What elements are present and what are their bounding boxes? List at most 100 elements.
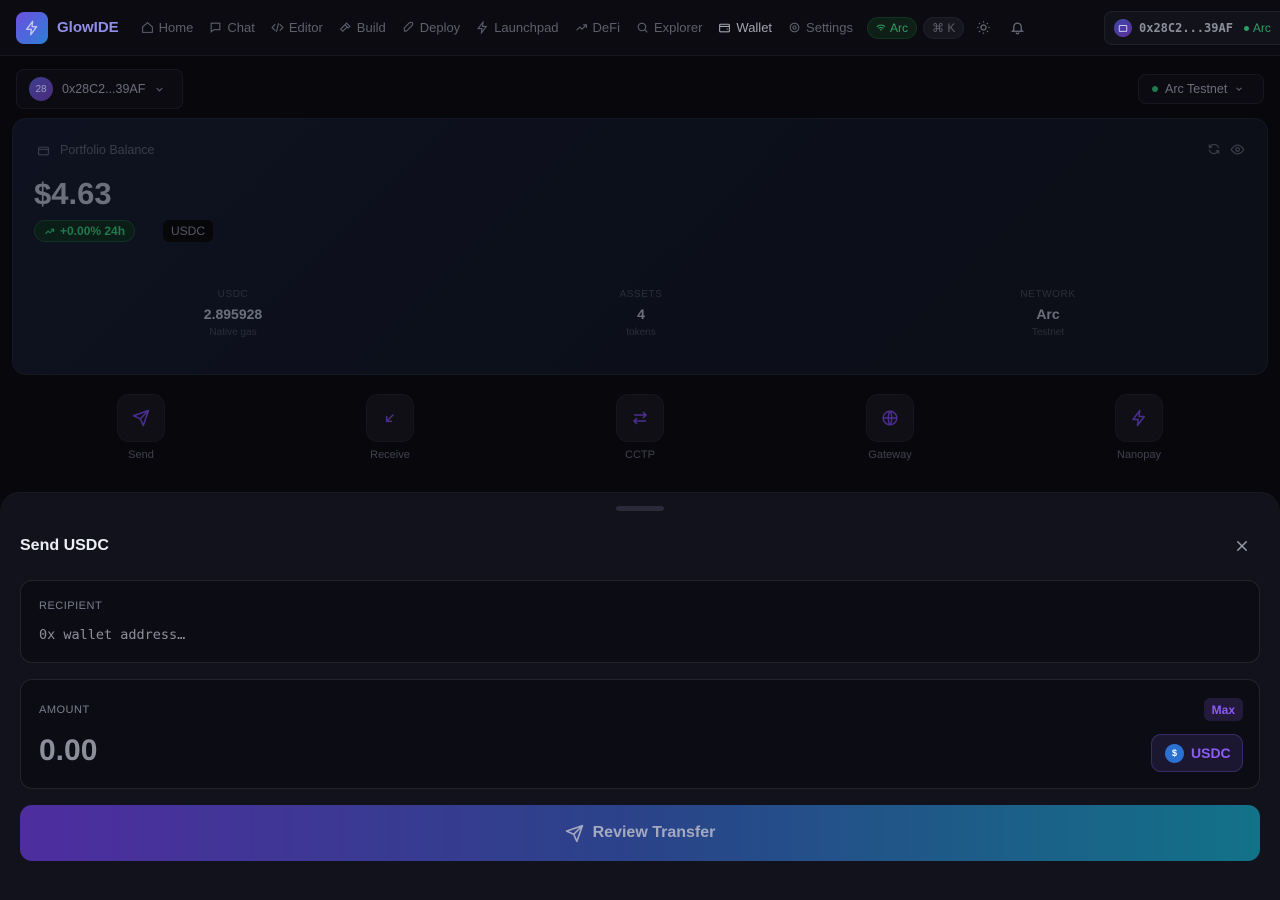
recipient-label: RECIPIENT [39, 600, 103, 612]
refresh-icon[interactable] [1207, 142, 1221, 156]
token-label: USDC [1191, 745, 1231, 761]
search-icon [637, 22, 648, 33]
action-label: Receive [370, 449, 410, 461]
swap-icon [632, 411, 648, 425]
eye-icon[interactable] [1230, 142, 1245, 157]
portfolio-card: Portfolio Balance $4.63 +0.00% 24h USDC … [12, 118, 1268, 375]
action-label: Nanopay [1116, 449, 1162, 461]
sun-icon [977, 21, 990, 34]
nav-deploy[interactable]: Deploy [394, 13, 468, 43]
stat-value: 4 [637, 306, 645, 322]
receive-action-button[interactable]: Receive [340, 394, 440, 461]
portfolio-balance: $4.63 [34, 176, 112, 211]
stat-usdc: USDC 2.895928 Native gas [123, 289, 343, 338]
theme-toggle-button[interactable] [968, 13, 998, 43]
review-transfer-button[interactable]: Review Transfer [20, 805, 1260, 861]
home-icon [141, 21, 153, 33]
hammer-icon [339, 22, 351, 33]
stat-value: Arc [1036, 306, 1060, 322]
network-selector-label: Arc Testnet [1165, 82, 1228, 96]
wallet-network-label: Arc [1252, 21, 1271, 35]
nav-explorer[interactable]: Explorer [628, 13, 710, 43]
app-logo[interactable] [16, 11, 48, 44]
send-action-button[interactable]: Send [91, 394, 191, 461]
stat-sub: tokens [626, 327, 656, 338]
wallet-address: 0x28C2...39AF [1139, 21, 1233, 35]
wallet-avatar [1114, 19, 1132, 37]
nav-label: Home [158, 20, 194, 35]
top-nav: GlowIDE Home Chat Editor Build Deploy La… [0, 0, 1280, 56]
gear-icon [789, 22, 800, 33]
nav-label: Editor [288, 20, 323, 35]
nav-home[interactable]: Home [133, 13, 202, 43]
network-status-pill[interactable]: Arc [867, 16, 918, 39]
sheet-title: Send USDC [20, 537, 109, 554]
portfolio-actions [1207, 142, 1245, 157]
chevron-down-icon [156, 87, 164, 92]
stat-sub: Testnet [1031, 327, 1065, 338]
action-label: Gateway [868, 449, 912, 461]
trend-icon [44, 228, 55, 234]
stat-assets: ASSETS 4 tokens [531, 289, 751, 338]
nav-wallet[interactable]: Wallet [710, 13, 780, 43]
wallet-network: Arc [1243, 21, 1271, 35]
bell-icon [1010, 22, 1024, 35]
nav-launchpad[interactable]: Launchpad [468, 13, 566, 43]
send-sheet: Send USDC RECIPIENT 0x wallet address… A… [0, 492, 1280, 900]
nav-chat[interactable]: Chat [201, 13, 262, 43]
close-icon [1236, 540, 1248, 552]
nav-build[interactable]: Build [331, 13, 394, 43]
send-icon [565, 824, 583, 842]
stat-key: ASSETS [619, 289, 663, 300]
review-transfer-label: Review Transfer [592, 824, 716, 841]
gateway-action-button[interactable]: Gateway [840, 394, 940, 461]
token-selector[interactable]: $ USDC [1151, 734, 1243, 772]
amount-input[interactable]: 0.00 [39, 734, 97, 768]
nav-label: Explorer [653, 20, 703, 35]
max-button[interactable]: Max [1203, 698, 1243, 721]
trend-icon [575, 24, 587, 31]
bolt-icon [1132, 409, 1145, 427]
wallet-connect-pill[interactable]: 0x28C2...39AF Arc [1104, 11, 1280, 45]
nav-label: Wallet [736, 20, 773, 35]
network-status-label: Arc [890, 20, 909, 35]
nanopay-action-button[interactable]: Nanopay [1089, 394, 1189, 461]
action-icon-box [866, 394, 914, 442]
close-button[interactable] [1231, 535, 1253, 557]
bolt-icon [26, 20, 38, 35]
avatar: 28 [29, 77, 53, 101]
recipient-field[interactable]: RECIPIENT 0x wallet address… [20, 580, 1260, 663]
action-icon-box [616, 394, 664, 442]
stat-value: 2.895928 [203, 306, 263, 322]
status-dot [1243, 25, 1249, 31]
send-icon [132, 409, 150, 427]
account-address: 0x28C2...39AF [62, 82, 146, 96]
wallet-icon [1118, 24, 1128, 32]
amount-field: AMOUNT 0.00 Max $ USDC [20, 679, 1260, 789]
wallet-icon [38, 146, 49, 155]
wallet-icon [719, 23, 731, 33]
portfolio-title: Portfolio Balance [37, 143, 155, 157]
app-name: GlowIDE [57, 19, 119, 36]
action-label: Send [128, 449, 154, 461]
rocket-icon [403, 21, 413, 32]
notifications-button[interactable] [1002, 13, 1032, 43]
action-label: CCTP [625, 449, 655, 461]
portfolio-title-label: Portfolio Balance [60, 143, 155, 157]
action-icon-box [1115, 394, 1163, 442]
chevron-down-icon [1236, 87, 1243, 91]
action-row: Send Receive CCTP Gateway Nanopay [0, 394, 1280, 464]
nav-defi[interactable]: DeFi [567, 13, 628, 43]
code-icon [271, 23, 284, 32]
nav-label: DeFi [592, 20, 620, 35]
stat-sub: Native gas [209, 327, 257, 338]
network-selector[interactable]: Arc Testnet [1138, 74, 1264, 104]
cctp-action-button[interactable]: CCTP [590, 394, 690, 461]
command-palette-button[interactable]: ⌘ K [923, 16, 965, 39]
nav-settings[interactable]: Settings [780, 13, 861, 43]
sheet-drag-handle[interactable] [616, 506, 664, 511]
nav-label: Settings [806, 20, 854, 35]
recipient-input[interactable]: 0x wallet address… [39, 627, 185, 643]
account-selector[interactable]: 28 0x28C2...39AF [16, 69, 183, 109]
nav-editor[interactable]: Editor [263, 13, 331, 43]
